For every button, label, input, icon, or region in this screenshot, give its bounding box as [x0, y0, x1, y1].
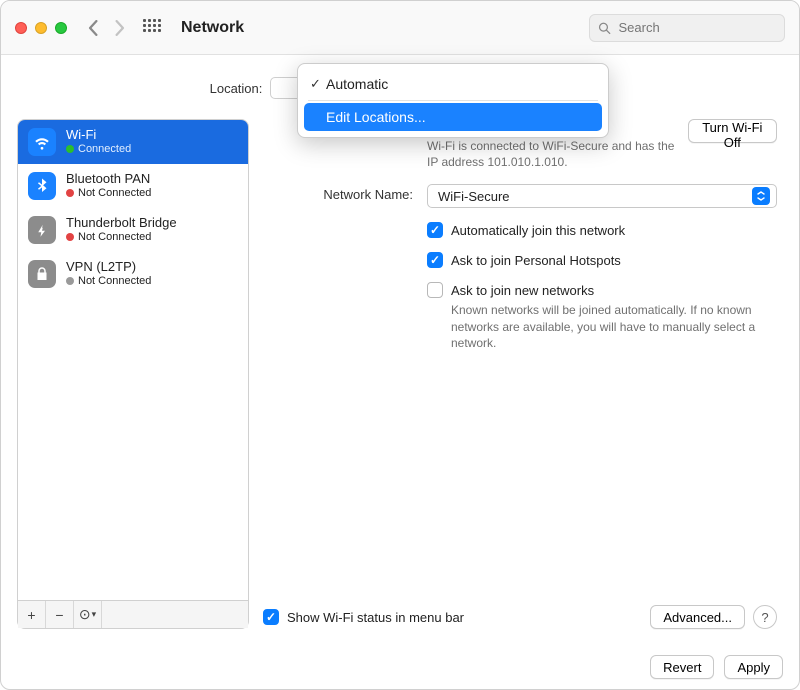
- location-label: Location:: [210, 81, 263, 96]
- service-status: Not Connected: [66, 231, 177, 244]
- location-menu-item-edit[interactable]: Edit Locations...: [304, 103, 602, 131]
- location-row: Location: ✓ Automatic Edit Locations...: [17, 71, 783, 105]
- checkbox-show-status[interactable]: [263, 609, 279, 625]
- location-menu-item-automatic[interactable]: ✓ Automatic: [304, 70, 602, 98]
- ask-hotspots-row: Ask to join Personal Hotspots: [263, 252, 777, 268]
- lock-icon: [28, 260, 56, 288]
- ask-hotspots-checkbox-row[interactable]: Ask to join Personal Hotspots: [427, 252, 777, 268]
- network-name-label: Network Name:: [263, 184, 413, 202]
- remove-service-button[interactable]: −: [46, 601, 74, 628]
- help-button[interactable]: ?: [753, 605, 777, 629]
- ask-new-label: Ask to join new networks: [451, 283, 594, 298]
- bluetooth-icon: [28, 172, 56, 200]
- thunderbolt-icon: [28, 216, 56, 244]
- show-status-label: Show Wi-Fi status in menu bar: [287, 610, 464, 625]
- service-status: Not Connected: [66, 275, 151, 288]
- action-menu-icon: ⊙: [79, 606, 91, 623]
- menu-item-label: Edit Locations...: [326, 109, 426, 125]
- service-bluetooth-pan[interactable]: Bluetooth PAN Not Connected: [18, 164, 248, 208]
- search-input[interactable]: [617, 19, 776, 36]
- turn-wifi-off-button[interactable]: Turn Wi-Fi Off: [688, 119, 777, 143]
- page-title: Network: [181, 19, 244, 37]
- forward-button[interactable]: [111, 20, 127, 36]
- detail-bottom-row: Show Wi-Fi status in menu bar Advanced..…: [263, 595, 777, 629]
- show-all-prefs-button[interactable]: [143, 19, 161, 37]
- search-field[interactable]: [589, 14, 785, 42]
- ask-new-note: Known networks will be joined automatica…: [427, 302, 767, 351]
- service-name: Wi-Fi: [66, 128, 131, 143]
- ask-new-checkbox-row[interactable]: Ask to join new networks: [427, 282, 777, 298]
- status-subtext: Wi-Fi is connected to WiFi-Secure and ha…: [427, 138, 678, 170]
- back-button[interactable]: [85, 20, 101, 36]
- search-icon: [598, 21, 611, 35]
- minimize-icon[interactable]: [35, 22, 47, 34]
- revert-button[interactable]: Revert: [650, 655, 714, 679]
- checkbox-ask-new[interactable]: [427, 282, 443, 298]
- auto-join-row: Automatically join this network: [263, 222, 777, 238]
- detail-pane: Status: Connected Wi-Fi is connected to …: [263, 119, 783, 629]
- service-sidebar: Wi-Fi Connected Bluetooth PAN Not Connec…: [17, 119, 249, 629]
- service-list-toolbar: + − ⊙▾: [17, 601, 249, 629]
- advanced-button[interactable]: Advanced...: [650, 605, 745, 629]
- network-name-select[interactable]: WiFi-Secure: [427, 184, 777, 208]
- service-name: VPN (L2TP): [66, 260, 151, 275]
- network-name-value: WiFi-Secure: [438, 189, 510, 204]
- service-status: Connected: [66, 143, 131, 156]
- menu-separator: [308, 100, 598, 101]
- checkbox-ask-hotspots[interactable]: [427, 252, 443, 268]
- service-name: Bluetooth PAN: [66, 172, 151, 187]
- service-vpn[interactable]: VPN (L2TP) Not Connected: [18, 252, 248, 296]
- service-name: Thunderbolt Bridge: [66, 216, 177, 231]
- service-thunderbolt-bridge[interactable]: Thunderbolt Bridge Not Connected: [18, 208, 248, 252]
- body: Location: ✓ Automatic Edit Locations...: [1, 55, 799, 645]
- auto-join-label: Automatically join this network: [451, 223, 625, 238]
- main-columns: Wi-Fi Connected Bluetooth PAN Not Connec…: [17, 119, 783, 629]
- chevron-down-icon: [752, 187, 770, 205]
- show-status-checkbox-row[interactable]: Show Wi-Fi status in menu bar: [263, 609, 464, 625]
- menu-item-label: Automatic: [326, 76, 388, 92]
- close-icon[interactable]: [15, 22, 27, 34]
- checkbox-auto-join[interactable]: [427, 222, 443, 238]
- network-name-row: Network Name: WiFi-Secure: [263, 184, 777, 208]
- service-wifi[interactable]: Wi-Fi Connected: [18, 120, 248, 164]
- ask-hotspots-label: Ask to join Personal Hotspots: [451, 253, 621, 268]
- service-status: Not Connected: [66, 187, 151, 200]
- status-dot-icon: [66, 277, 74, 285]
- status-dot-icon: [66, 145, 74, 153]
- window-controls: [15, 22, 67, 34]
- wifi-icon: [28, 128, 56, 156]
- titlebar: Network: [1, 1, 799, 55]
- location-menu: ✓ Automatic Edit Locations...: [297, 63, 609, 138]
- network-preferences-window: Network Location: ✓ Automatic: [0, 0, 800, 690]
- footer: Revert Apply: [1, 645, 799, 689]
- service-list[interactable]: Wi-Fi Connected Bluetooth PAN Not Connec…: [17, 119, 249, 601]
- more-actions-button[interactable]: ⊙▾: [74, 601, 102, 628]
- fullscreen-icon[interactable]: [55, 22, 67, 34]
- status-dot-icon: [66, 233, 74, 241]
- add-service-button[interactable]: +: [18, 601, 46, 628]
- auto-join-checkbox-row[interactable]: Automatically join this network: [427, 222, 777, 238]
- status-dot-icon: [66, 189, 74, 197]
- ask-new-row: Ask to join new networks Known networks …: [263, 282, 777, 351]
- checkmark-icon: ✓: [310, 76, 321, 92]
- apply-button[interactable]: Apply: [724, 655, 783, 679]
